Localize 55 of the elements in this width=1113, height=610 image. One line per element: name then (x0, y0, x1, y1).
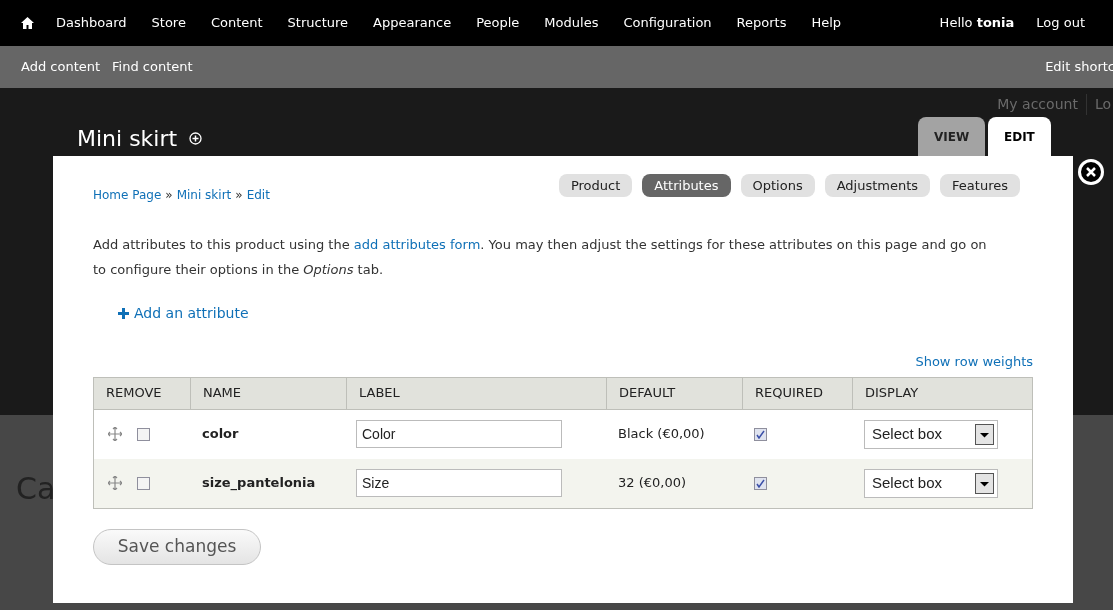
checkbox[interactable] (754, 427, 767, 441)
show-row-weights-link[interactable]: Show row weights (915, 352, 1033, 372)
description-text: Add attributes to this product using the add attributes form. You may then adjust the settings for these attributes on this page and go on to configure their options in the Options tab. (93, 236, 988, 279)
page-tab[interactable]: EDIT (988, 117, 1051, 156)
column-header: REMOVE (105, 384, 163, 403)
column-header: DISPLAY (852, 377, 1032, 409)
breadcrumb-link[interactable]: Mini skirt (176, 186, 232, 204)
page-tab[interactable]: VIEW (918, 117, 985, 156)
breadcrumb-separator: » (235, 187, 243, 204)
dialog-tab[interactable]: Attributes (642, 174, 731, 197)
home-icon[interactable] (21, 17, 34, 29)
drag-handle-icon[interactable] (108, 427, 122, 441)
user-greeting: Hello tonia (939, 14, 1015, 33)
display-select[interactable]: Select box (864, 468, 998, 498)
shortcut-link[interactable]: Find content (112, 57, 193, 77)
logout-link[interactable]: Log out (1036, 13, 1085, 33)
page-title: Mini skirt (77, 125, 178, 153)
toolbar-link[interactable]: Dashboard (56, 13, 127, 33)
display-select[interactable]: Select box (864, 419, 998, 449)
table-cell: size_pantelonia (202, 475, 316, 491)
checkbox[interactable] (754, 476, 767, 490)
save-changes-button[interactable]: Save changes (93, 528, 261, 565)
dialog-tab[interactable]: Adjustments (824, 174, 931, 197)
add-shortcut-icon[interactable] (189, 132, 203, 145)
close-icon[interactable] (1077, 158, 1105, 186)
dialog-tab[interactable]: Features (940, 174, 1020, 197)
table-cell: Black (€0,00) (618, 426, 705, 442)
shortcut-link[interactable]: Add content (21, 57, 101, 77)
table-cell: color (202, 426, 239, 442)
checkbox[interactable] (137, 427, 150, 441)
column-header: LABEL (346, 377, 606, 409)
toolbar-link[interactable]: Reports (736, 13, 787, 33)
dialog-tab[interactable]: Options (740, 174, 815, 197)
toolbar-link[interactable]: Modules (544, 13, 599, 33)
column-header: REQUIRED (742, 377, 852, 409)
breadcrumb-separator: » (165, 187, 173, 204)
toolbar-link[interactable]: Structure (287, 13, 349, 33)
dialog-tab[interactable]: Product (558, 174, 633, 197)
toolbar-link[interactable]: Help (811, 13, 842, 33)
table-cell: 32 (€0,00) (618, 475, 687, 491)
add-attribute-link[interactable]: Add an attribute (118, 303, 249, 324)
toolbar-link[interactable]: People (476, 13, 520, 33)
toolbar-link[interactable]: Store (151, 13, 186, 33)
toolbar-link[interactable]: Content (210, 13, 263, 33)
toolbar-link[interactable]: Configuration (623, 13, 712, 33)
column-header: DEFAULT (606, 377, 742, 409)
toolbar-link[interactable]: Appearance (373, 13, 452, 33)
breadcrumb-link[interactable]: Edit (246, 186, 270, 204)
label-field[interactable]: Color (356, 420, 562, 448)
label-field[interactable]: Size (356, 469, 562, 497)
drag-handle-icon[interactable] (108, 476, 122, 490)
column-header: NAME (190, 377, 346, 409)
plus-icon (118, 308, 129, 319)
breadcrumb-link[interactable]: Home Page (93, 186, 162, 204)
checkbox[interactable] (137, 476, 150, 490)
